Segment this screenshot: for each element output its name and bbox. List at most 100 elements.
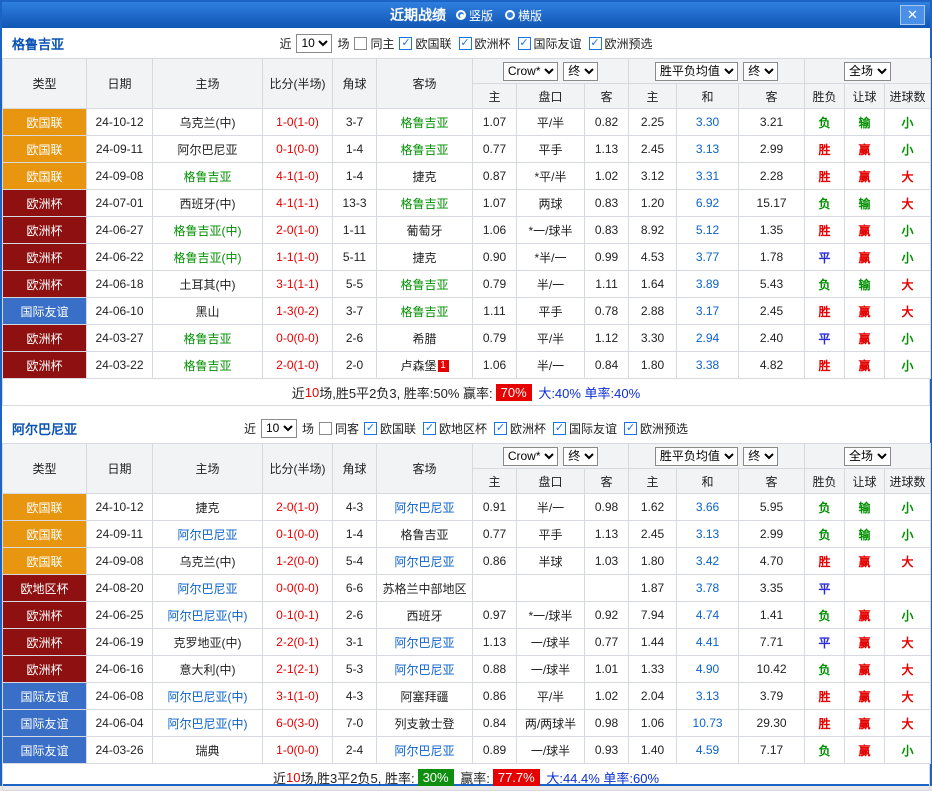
odds-home-cell: 0.89 [473, 737, 517, 764]
competition-badge: 欧国联 [3, 521, 87, 548]
same-venue-filter[interactable]: 同客 [319, 420, 359, 437]
away-team[interactable]: 阿尔巴尼亚 [377, 494, 473, 521]
home-team[interactable]: 阿尔巴尼亚 [153, 521, 263, 548]
avg-time-select[interactable]: 终 [743, 447, 778, 466]
away-team[interactable]: 阿尔巴尼亚 [377, 737, 473, 764]
same-venue-filter[interactable]: 同主 [354, 35, 394, 52]
avg-time-select[interactable]: 终 [743, 62, 778, 81]
checkbox-icon: ✓ [494, 422, 507, 435]
home-team[interactable]: 西班牙(中) [153, 190, 263, 217]
competition-filter[interactable]: ✓国际友谊 [518, 35, 582, 52]
competition-filter-label: 国际友谊 [534, 35, 582, 52]
close-button[interactable]: ✕ [900, 5, 925, 25]
home-team[interactable]: 阿尔巴尼亚 [153, 575, 263, 602]
odds-source-select[interactable]: Crow* [503, 62, 558, 81]
checkbox-icon: ✓ [364, 422, 377, 435]
corner-cell: 1-4 [333, 521, 377, 548]
sub-header-avg-home: 主 [629, 84, 677, 109]
goals-result-cell: 小 [885, 217, 931, 244]
competition-badge: 欧地区杯 [3, 575, 87, 602]
fulltime-select[interactable]: 全场 [844, 447, 891, 466]
away-team[interactable]: 阿尔巴尼亚 [377, 656, 473, 683]
home-team[interactable]: 格鲁吉亚 [153, 163, 263, 190]
summary-segment: 70% [496, 384, 532, 401]
away-team[interactable]: 阿塞拜疆 [377, 683, 473, 710]
competition-filter[interactable]: ✓欧地区杯 [423, 420, 487, 437]
fulltime-header: 全场 [805, 444, 931, 469]
competition-filter[interactable]: ✓欧国联 [364, 420, 416, 437]
away-team[interactable]: 格鲁吉亚 [377, 109, 473, 136]
away-team[interactable]: 苏格兰中部地区 [377, 575, 473, 602]
home-team[interactable]: 格鲁吉亚 [153, 352, 263, 379]
competition-filter-label: 国际友谊 [569, 420, 617, 437]
home-team[interactable]: 瑞典 [153, 737, 263, 764]
handicap-cell: *半/一 [517, 244, 585, 271]
home-team[interactable]: 阿尔巴尼亚(中) [153, 710, 263, 737]
away-team[interactable]: 葡萄牙 [377, 217, 473, 244]
competition-filter[interactable]: ✓欧洲杯 [494, 420, 546, 437]
home-team[interactable]: 格鲁吉亚(中) [153, 244, 263, 271]
away-team[interactable]: 捷克 [377, 244, 473, 271]
odds-time-select[interactable]: 终 [563, 447, 598, 466]
avg-odds-select[interactable]: 胜平负均值 [655, 62, 738, 81]
goals-result-cell: 大 [885, 656, 931, 683]
checkbox-icon: ✓ [459, 37, 472, 50]
competition-filter[interactable]: ✓欧洲杯 [459, 35, 511, 52]
home-team[interactable]: 格鲁吉亚 [153, 325, 263, 352]
odds-time-select[interactable]: 终 [563, 62, 598, 81]
home-team[interactable]: 乌克兰(中) [153, 109, 263, 136]
home-team[interactable]: 黑山 [153, 298, 263, 325]
match-date: 24-06-10 [87, 298, 153, 325]
away-team[interactable]: 列支敦士登 [377, 710, 473, 737]
home-team[interactable]: 乌克兰(中) [153, 548, 263, 575]
avg-odds-select[interactable]: 胜平负均值 [655, 447, 738, 466]
home-team[interactable]: 阿尔巴尼亚(中) [153, 683, 263, 710]
away-team[interactable]: 格鲁吉亚 [377, 271, 473, 298]
away-team[interactable]: 格鲁吉亚 [377, 298, 473, 325]
score-cell: 0-1(0-0) [263, 521, 333, 548]
handicap-result-cell: 赢 [845, 602, 885, 629]
away-team[interactable]: 捷克 [377, 163, 473, 190]
away-team[interactable]: 卢森堡1 [377, 352, 473, 379]
away-team[interactable]: 阿尔巴尼亚 [377, 629, 473, 656]
away-team[interactable]: 格鲁吉亚 [377, 136, 473, 163]
home-team[interactable]: 克罗地亚(中) [153, 629, 263, 656]
odds-home-cell: 0.90 [473, 244, 517, 271]
avg-draw-cell: 10.73 [677, 710, 739, 737]
corner-cell: 2-4 [333, 737, 377, 764]
home-team[interactable]: 捷克 [153, 494, 263, 521]
fulltime-select[interactable]: 全场 [844, 62, 891, 81]
odds-source-select[interactable]: Crow* [503, 447, 558, 466]
competition-filter-label: 欧洲预选 [605, 35, 653, 52]
competition-filter[interactable]: ✓欧国联 [399, 35, 451, 52]
handicap-result-cell: 赢 [845, 136, 885, 163]
away-team[interactable]: 西班牙 [377, 602, 473, 629]
competition-filter[interactable]: ✓欧洲预选 [624, 420, 688, 437]
match-count-select[interactable]: 10 [296, 34, 332, 53]
avg-away-cell: 2.28 [739, 163, 805, 190]
summary-segment: 场,胜3平2负5, 胜率: [300, 768, 414, 787]
away-team[interactable]: 格鲁吉亚 [377, 190, 473, 217]
home-team[interactable]: 格鲁吉亚(中) [153, 217, 263, 244]
home-team[interactable]: 土耳其(中) [153, 271, 263, 298]
competition-filter[interactable]: ✓欧洲预选 [589, 35, 653, 52]
match-count-select[interactable]: 10 [261, 419, 297, 438]
away-team[interactable]: 阿尔巴尼亚 [377, 548, 473, 575]
layout-horizontal-radio[interactable]: 横版 [505, 7, 542, 24]
avg-draw-cell: 3.13 [677, 136, 739, 163]
home-team[interactable]: 意大利(中) [153, 656, 263, 683]
odds-away-cell [585, 575, 629, 602]
corner-cell: 5-5 [333, 271, 377, 298]
competition-filter[interactable]: ✓国际友谊 [553, 420, 617, 437]
away-team[interactable]: 希腊 [377, 325, 473, 352]
handicap-cell: 一/球半 [517, 737, 585, 764]
avg-away-cell: 2.45 [739, 298, 805, 325]
near-label: 近 [244, 420, 256, 437]
layout-vertical-radio[interactable]: 竖版 [456, 7, 493, 24]
home-team[interactable]: 阿尔巴尼亚(中) [153, 602, 263, 629]
away-team[interactable]: 格鲁吉亚 [377, 521, 473, 548]
odds-away-cell: 0.82 [585, 109, 629, 136]
avg-away-cell: 3.21 [739, 109, 805, 136]
home-team[interactable]: 阿尔巴尼亚 [153, 136, 263, 163]
result-cell: 胜 [805, 548, 845, 575]
